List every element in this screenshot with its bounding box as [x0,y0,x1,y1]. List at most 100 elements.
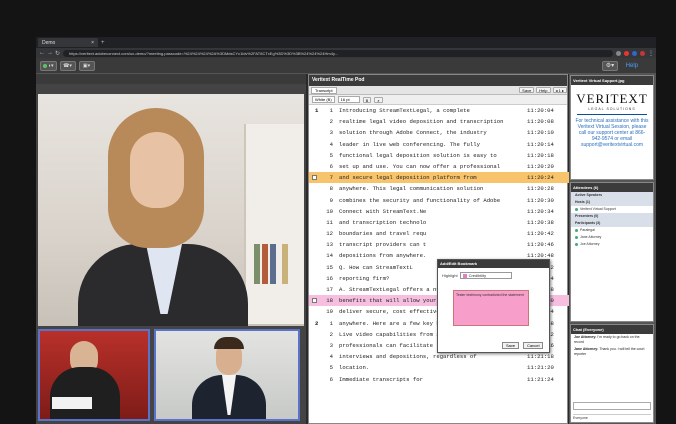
support-text: For technical assistance with this Verit… [575,118,649,148]
address-bar[interactable]: https://veritext.adobeconnect.com/ux-dem… [63,49,613,57]
transcript-line[interactable]: 2 realtime legal video deposition and tra… [309,116,569,127]
line-number: 19 [326,308,333,316]
attendee-label: Presenters (0) [575,214,599,218]
chat-sender: Joe Attorney: [574,335,597,339]
status-icon [43,63,47,68]
line-text: solution through Adobe Connect, the indu… [339,129,487,137]
bookmark-dialog-title: Add/Edit Bookmark [438,260,549,268]
attendees-pod-title: Attendees (6) [571,183,653,192]
star-icon[interactable] [616,50,621,56]
forward-icon[interactable]: → [47,50,53,56]
profile-icon[interactable] [640,50,645,56]
transcript-line[interactable]: 4 leader in live web conferencing. The fu… [309,139,569,150]
attendee-label: Jane Attorney [580,235,602,239]
help-button[interactable]: Help [536,87,551,93]
bookmark-category-select[interactable]: Credibility [459,272,512,279]
tab-transcript[interactable]: Transcript [311,86,337,94]
transcript-line[interactable]: 9 combines the security and functionality… [309,195,569,206]
timestamp: 11:20:28 [527,185,554,193]
presenter-face [130,132,184,208]
bookmark-icon[interactable] [312,175,317,181]
line-text: Q. How can StreamTextL [339,263,413,271]
attendee-group[interactable]: Active Speakers [571,192,653,199]
transcript-line[interactable]: 12 boundaries and travel requ 11:20:42 [309,228,569,239]
transcript-pod: Veritext RealTime Pod Transcript Save He… [308,74,569,424]
line-number: 17 [326,286,333,293]
transcript-line[interactable]: 1 1 Introducing StreamTextLegal, a complet… [309,105,569,116]
judge-video-feed [38,329,150,421]
line-number: 12 [326,230,333,238]
transcript-line[interactable]: 5 functional legal deposition solution is… [309,150,569,161]
transcript-line[interactable]: 6 Immediate transcripts for 11:21:24 [309,374,569,385]
back-icon[interactable]: ← [39,50,45,56]
line-text: reporting firm? [339,274,390,282]
line-number: 7 [329,174,333,182]
attendee-group[interactable]: Hosts (1) [571,199,653,206]
transcript-line[interactable]: 6 set up and use. You can now offer a pro… [309,161,569,172]
help-link[interactable]: Help [626,63,638,69]
transcript-line[interactable]: 5 location. 11:21:20 [309,362,569,373]
menu-icon[interactable]: ⋮ [648,50,654,57]
bookmark-icon[interactable] [312,298,317,304]
share-button[interactable]: ▣▾ [78,60,95,71]
line-text: and secure legal deposition platform fro… [339,174,477,182]
transcript-toolbar: White (B) 16 pt B ⌕ [309,95,567,105]
attendee-group[interactable]: Presenters (0) [571,213,653,220]
line-number: 13 [326,241,333,249]
line-text: combines the security and functionality … [339,196,501,204]
page-number: 2 [315,319,319,327]
attendee-label: Participants (3) [575,221,601,225]
attendee-item[interactable]: Paralegal [571,227,653,234]
line-number: 14 [326,252,333,260]
extension-icon[interactable] [624,50,629,56]
attendees-pod: Attendees (6) Active Speakers Hosts (1) Ve… [570,182,654,322]
attendee-item[interactable]: Jane Attorney [571,234,653,241]
line-number: 6 [329,162,333,170]
attendee-item[interactable]: Joe Attorney [571,241,653,248]
chat-pod-title: Chat (Everyone) [571,325,653,334]
line-text: transcript providers can t [339,241,427,249]
attendee-label: Veritext Virtual Support [580,207,616,211]
page-number: 1 [315,107,319,114]
transcript-line[interactable]: 11 and transcription technolo 11:20:38 [309,217,569,228]
bookmark-save-button[interactable]: Save [502,342,520,349]
line-number: 1 [329,319,333,327]
browser-tab[interactable]: Demo × [38,38,98,47]
extension-icon[interactable] [632,50,637,56]
transcript-line[interactable]: 10 Connect with StreamText.Ne 11:20:34 [309,206,569,217]
new-tab-icon[interactable]: + [101,40,105,46]
right-column: Veritext Virtual Support.jpg VERITEXT LE… [569,74,656,424]
bookmark-highlight-row: Highlight Credibility [442,272,512,279]
search-icon[interactable]: ⌕ [374,96,383,103]
transcript-line[interactable]: 8 anywhere. This legal communication solu… [309,183,569,194]
video-pod-header [36,74,306,84]
line-number: 18 [326,297,333,305]
microphone-button[interactable]: ◖▾ [40,60,57,71]
transcript-line[interactable]: 3 solution through Adobe Connect, the ind… [309,127,569,138]
attendee-label: Joe Attorney [580,242,600,246]
page-stepper[interactable]: ◂ 1 ▸ [552,87,567,93]
font-size-select[interactable]: 16 pt [337,96,360,103]
attendee-list: Active Speakers Hosts (1) Veritext Virtual… [571,192,653,248]
bookmark-note-field[interactable]: Tester testimony contradicted the statem… [453,290,529,326]
reload-icon[interactable]: ↻ [55,50,60,57]
line-text: leader in live web conferencing. The ful… [339,140,480,148]
transcript-line[interactable]: 7 and secure legal deposition platform fr… [309,172,569,184]
gear-icon[interactable]: ⚙▾ [602,60,618,71]
timestamp: 11:20:42 [527,230,554,238]
timestamp: 11:20:18 [527,151,554,159]
attendee-item[interactable]: Veritext Virtual Support [571,206,653,213]
bookmark-cancel-button[interactable]: Cancel [523,342,544,349]
transcript-line[interactable]: 13 transcript providers can t 11:20:46 [309,239,569,250]
chat-recipient[interactable]: Everyone [573,414,651,420]
chat-input[interactable] [573,402,651,410]
font-color-select[interactable]: White (B) [312,96,335,103]
attendee-group[interactable]: Participants (3) [571,220,653,227]
save-button[interactable]: Save [519,87,535,93]
screen: Demo × + ← → ↻ https://veritext.adobecon… [36,37,656,424]
close-icon[interactable]: × [91,40,94,46]
phone-button[interactable]: ☎▾ [59,60,76,71]
timestamp: 11:20:10 [527,129,554,137]
color-swatch-icon [462,273,467,278]
bold-icon[interactable]: B [362,96,372,103]
